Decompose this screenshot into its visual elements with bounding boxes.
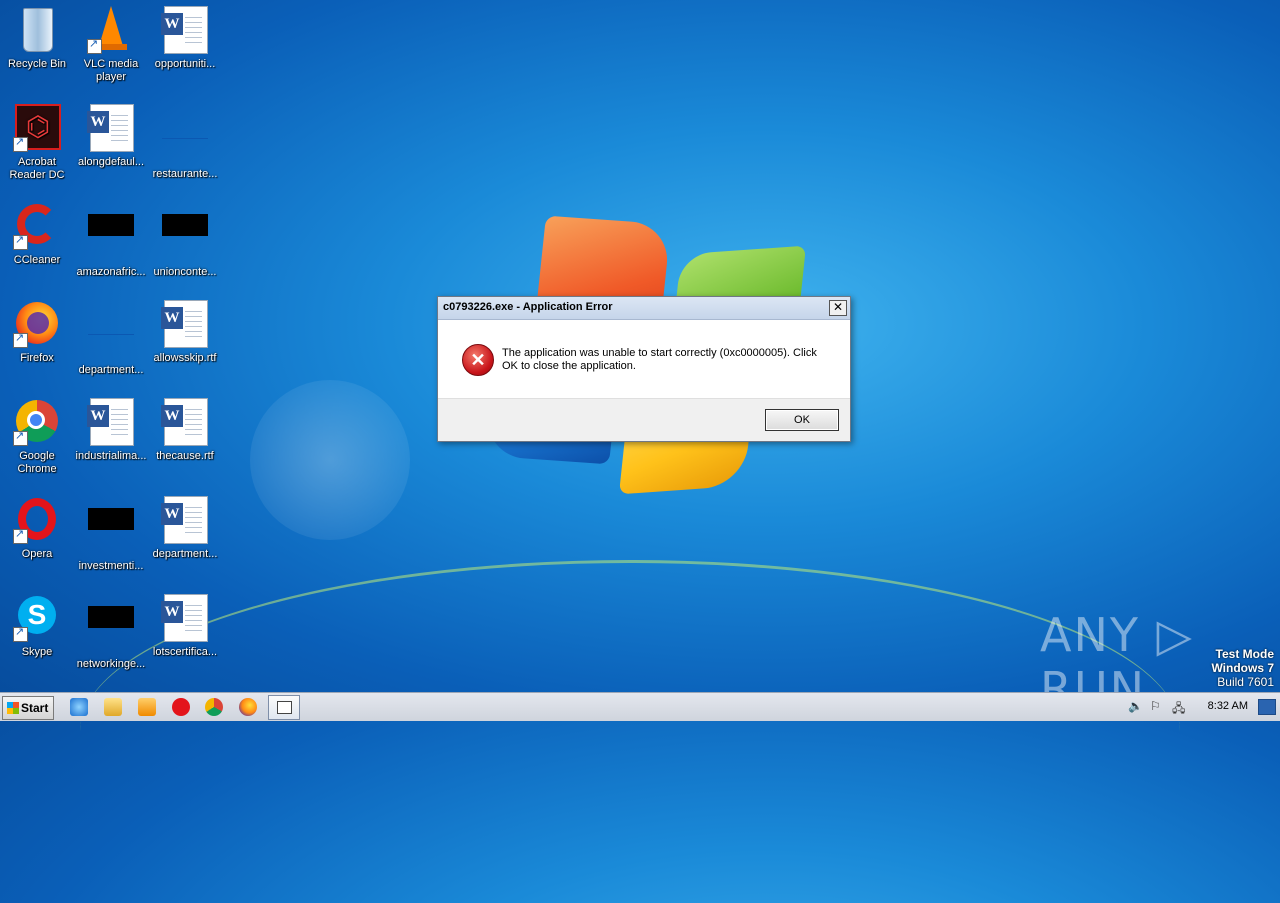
volume-icon[interactable]: 🔈 [1128, 699, 1143, 713]
desktop-icon-file[interactable]: investmenti... [74, 496, 148, 573]
start-label: Start [21, 701, 49, 715]
word-document-icon: W [161, 496, 209, 544]
ok-button[interactable]: OK [765, 409, 839, 431]
action-center-flag-icon[interactable]: ⚐ [1150, 699, 1161, 713]
ccleaner-icon [13, 202, 61, 250]
desktop-icon-doc[interactable]: W alongdefaul... [74, 104, 148, 169]
word-document-icon: W [87, 104, 135, 152]
file-icon [161, 214, 209, 262]
taskbar-active-window[interactable] [268, 695, 300, 720]
taskbar-clock[interactable]: 8:32 AM [1208, 700, 1248, 712]
dialog-footer: OK [438, 398, 850, 441]
desktop-icon-file[interactable]: networkinge... [74, 594, 148, 671]
word-document-icon: W [161, 300, 209, 348]
file-icon [87, 606, 135, 654]
dialog-titlebar[interactable]: c0793226.exe - Application Error ✕ [438, 297, 850, 320]
file-icon [161, 116, 209, 164]
file-icon [87, 312, 135, 360]
desktop-icon-doc[interactable]: W opportuniti... [148, 6, 222, 71]
firefox-icon [13, 300, 61, 348]
desktop-icon-vlc[interactable]: VLC media player [74, 6, 148, 84]
desktop-icon-doc[interactable]: W industrialima... [74, 398, 148, 463]
application-error-dialog: c0793226.exe - Application Error ✕ ✕ The… [437, 296, 851, 442]
desktop-icon-doc[interactable]: W thecause.rtf [148, 398, 222, 463]
dialog-title: c0793226.exe - Application Error [443, 301, 613, 313]
word-document-icon: W [87, 398, 135, 446]
chrome-icon [13, 398, 61, 446]
os-label: Windows 7 [1211, 661, 1274, 675]
desktop-icon-ccleaner[interactable]: CCleaner [0, 202, 74, 267]
word-document-icon: W [161, 6, 209, 54]
desktop-icon-file[interactable]: restaurante... [148, 104, 222, 181]
desktop-icon-doc[interactable]: W allowsskip.rtf [148, 300, 222, 365]
file-explorer-icon[interactable] [104, 698, 122, 716]
desktop-icon-recycle-bin[interactable]: Recycle Bin [0, 6, 74, 71]
word-document-icon: W [161, 594, 209, 642]
file-icon [87, 508, 135, 556]
desktop-icon-file[interactable]: unionconte... [148, 202, 222, 279]
window-icon [277, 701, 292, 714]
skype-icon: S [13, 594, 61, 642]
opera-taskbar-icon[interactable] [172, 698, 190, 716]
dialog-body: ✕ The application was unable to start co… [438, 320, 850, 398]
error-message: The application was unable to start corr… [502, 347, 817, 372]
network-icon[interactable]: 🖧 [1172, 699, 1185, 720]
file-icon [87, 214, 135, 262]
test-mode-notice: Test Mode Windows 7 Build 7601 [1211, 647, 1274, 689]
system-tray: 🔈 ⚐ 🖧 8:32 AM [1120, 693, 1280, 721]
desktop-icon-skype[interactable]: S Skype [0, 594, 74, 659]
test-mode-label: Test Mode [1215, 647, 1274, 661]
chrome-taskbar-icon[interactable] [205, 698, 223, 716]
desktop-icon-file[interactable]: department... [74, 300, 148, 377]
internet-explorer-icon[interactable] [70, 698, 88, 716]
desktop-icon-file[interactable]: amazonafric... [74, 202, 148, 279]
start-button[interactable]: Start [2, 696, 54, 720]
desktop-icon-doc[interactable]: W department... [148, 496, 222, 561]
vlc-icon [87, 6, 135, 54]
word-document-icon: W [161, 398, 209, 446]
wallpaper-swoosh [80, 560, 1180, 903]
acrobat-icon: ⌬ [13, 104, 61, 152]
desktop-icon-google-chrome[interactable]: Google Chrome [0, 398, 74, 476]
show-desktop-button[interactable] [1258, 699, 1276, 715]
firefox-taskbar-icon[interactable] [239, 698, 257, 716]
taskbar: Start 🔈 ⚐ 🖧 8:32 AM [0, 692, 1280, 721]
wallpaper-glow [250, 380, 410, 540]
media-player-icon[interactable] [138, 698, 156, 716]
windows-flag-icon [7, 702, 19, 714]
desktop-icon-firefox[interactable]: Firefox [0, 300, 74, 365]
close-button[interactable]: ✕ [829, 300, 847, 316]
recycle-bin-icon [13, 6, 61, 54]
desktop-icon-doc[interactable]: W lotscertifica... [148, 594, 222, 659]
desktop-icon-opera[interactable]: Opera [0, 496, 74, 561]
desktop-icon-acrobat-reader[interactable]: ⌬ Acrobat Reader DC [0, 104, 74, 182]
opera-icon [13, 496, 61, 544]
error-icon: ✕ [462, 344, 494, 376]
build-label: Build 7601 [1217, 675, 1274, 689]
